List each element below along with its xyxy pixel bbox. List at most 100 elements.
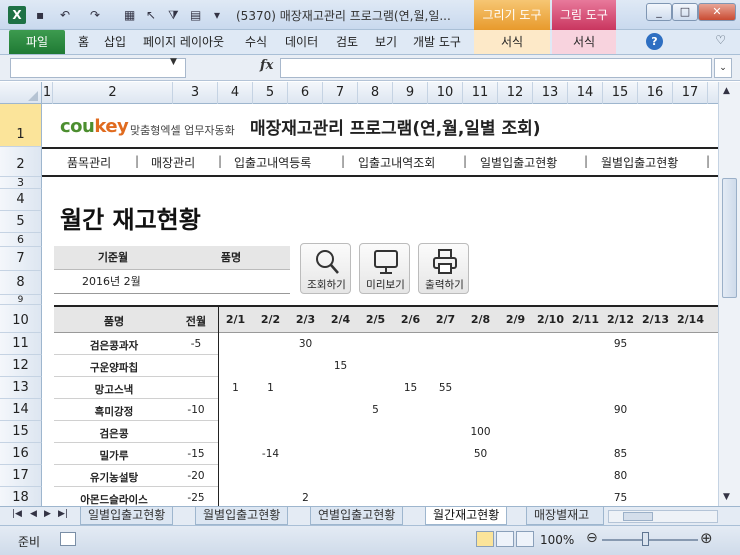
row-header[interactable]: 15 — [0, 421, 42, 443]
select-all-button[interactable] — [0, 82, 42, 104]
row-header[interactable]: 9 — [0, 295, 42, 305]
nav-item-stores[interactable]: 매장관리 — [151, 154, 195, 171]
column-header[interactable]: 16 — [638, 82, 673, 104]
row-header[interactable]: 11 — [0, 333, 42, 355]
qty-cell[interactable]: 80 — [603, 470, 638, 482]
preview-button[interactable]: 미리보기 — [359, 243, 410, 294]
print-button[interactable]: 출력하기 — [418, 243, 469, 294]
page-layout-view-icon[interactable] — [496, 531, 514, 547]
tab-review[interactable]: 검토 — [336, 30, 358, 54]
help-icon[interactable]: ? — [646, 33, 663, 50]
qty-cell[interactable]: 15 — [393, 382, 428, 394]
row-header[interactable]: 17 — [0, 465, 42, 487]
formula-input[interactable] — [280, 58, 712, 78]
filter-icon[interactable]: ⧩ — [168, 6, 179, 24]
prev-sheet-icon[interactable]: ◀ — [30, 509, 37, 519]
qty-cell[interactable]: 75 — [603, 492, 638, 504]
ribbon-controls[interactable]: ♡ — [715, 33, 732, 47]
row-header[interactable]: 6 — [0, 233, 42, 247]
qty-cell[interactable]: 55 — [428, 382, 463, 394]
scroll-up-icon[interactable]: ▲ — [723, 86, 730, 96]
prev-month-cell[interactable]: -20 — [174, 470, 218, 482]
customize-quick-access-icon[interactable]: ▾ — [214, 6, 220, 24]
search-button[interactable]: 조회하기 — [300, 243, 351, 294]
first-sheet-icon[interactable]: |◀ — [12, 509, 22, 519]
row-header[interactable]: 2 — [0, 147, 42, 177]
zoom-out-icon[interactable]: ⊖ — [586, 530, 598, 546]
horizontal-scrollbar[interactable] — [608, 510, 718, 523]
item-name-cell[interactable]: 밀가루 — [54, 448, 174, 463]
zoom-level[interactable]: 100% — [540, 533, 574, 547]
prev-month-cell[interactable]: -15 — [174, 448, 218, 460]
insert-function-icon[interactable]: fx — [260, 58, 273, 73]
column-header[interactable]: 1 — [42, 82, 53, 104]
qty-cell[interactable]: 1 — [253, 382, 288, 394]
last-sheet-icon[interactable]: ▶| — [58, 509, 68, 519]
excel-app-icon[interactable]: X — [8, 6, 26, 24]
qty-cell[interactable]: 1 — [218, 382, 253, 394]
normal-view-icon[interactable] — [476, 531, 494, 547]
column-header[interactable]: 4 — [218, 82, 253, 104]
item-name-cell[interactable]: 검은콩 — [54, 426, 174, 441]
column-header[interactable]: 7 — [323, 82, 358, 104]
close-button[interactable]: ✕ — [698, 3, 736, 21]
column-header[interactable]: 10 — [428, 82, 463, 104]
nav-item-inout-search[interactable]: 입출고내역조회 — [358, 154, 435, 171]
prev-month-cell[interactable]: -5 — [174, 338, 218, 350]
column-header[interactable]: 12 — [498, 82, 533, 104]
table-icon[interactable]: ▦ — [124, 6, 135, 24]
row-header[interactable]: 1 — [0, 104, 42, 147]
worksheet-grid[interactable]: 1 2 3 4 5 6 7 8 9 10 11 12 13 14 15 16 1… — [0, 82, 718, 506]
scroll-down-icon[interactable]: ▼ — [723, 492, 730, 502]
qty-cell[interactable]: 30 — [288, 338, 323, 350]
chevron-down-icon[interactable]: ▼ — [170, 57, 177, 67]
item-value[interactable] — [172, 270, 290, 294]
column-header[interactable]: 8 — [358, 82, 393, 104]
qty-cell[interactable]: 2 — [288, 492, 323, 504]
row-header[interactable]: 12 — [0, 355, 42, 377]
item-name-cell[interactable]: 아몬드슬라이스 — [54, 492, 174, 506]
vertical-scrollbar[interactable]: ▲ ▼ — [718, 82, 740, 506]
macro-record-icon[interactable] — [60, 532, 76, 546]
item-name-cell[interactable]: 흑미강정 — [54, 404, 174, 419]
qty-cell[interactable]: -14 — [253, 448, 288, 460]
qty-cell[interactable]: 5 — [358, 404, 393, 416]
page-break-view-icon[interactable] — [516, 531, 534, 547]
form-icon[interactable]: ▤ — [190, 6, 201, 24]
zoom-in-icon[interactable]: ⊕ — [700, 529, 713, 547]
row-header[interactable]: 8 — [0, 271, 42, 295]
column-header[interactable]: 6 — [288, 82, 323, 104]
tab-format-drawing[interactable]: 서식 — [474, 30, 550, 54]
qty-cell[interactable]: 50 — [463, 448, 498, 460]
prev-month-cell[interactable]: -10 — [174, 404, 218, 416]
sheet-tab[interactable]: 월별입출고현황 — [195, 507, 289, 525]
column-header[interactable]: 11 — [463, 82, 498, 104]
pointer-icon[interactable]: ↖ — [146, 6, 156, 24]
nav-item-items[interactable]: 품목관리 — [67, 154, 111, 171]
row-header[interactable]: 14 — [0, 399, 42, 421]
undo-icon[interactable]: ↶ — [60, 6, 70, 24]
name-box[interactable] — [10, 58, 186, 78]
column-header[interactable]: 14 — [568, 82, 603, 104]
sheet-tab-active[interactable]: 월간재고현황 — [425, 507, 508, 525]
column-header[interactable]: 2 — [53, 82, 173, 104]
tab-developer[interactable]: 개발 도구 — [413, 30, 461, 54]
nav-item-inout-register[interactable]: 입출고내역등록 — [234, 154, 311, 171]
row-header[interactable]: 4 — [0, 189, 42, 211]
tab-view[interactable]: 보기 — [375, 30, 397, 54]
nav-item-daily-status[interactable]: 일별입출고현황 — [480, 154, 557, 171]
row-header[interactable]: 3 — [0, 177, 42, 189]
item-name-cell[interactable]: 검은콩과자 — [54, 338, 174, 353]
nav-item-monthly-status[interactable]: 월별입출고현황 — [601, 154, 678, 171]
sheet-tab[interactable]: 매장별재고 — [526, 507, 604, 525]
zoom-slider[interactable] — [602, 539, 698, 541]
save-icon[interactable]: ▪ — [36, 6, 44, 24]
qty-cell[interactable]: 85 — [603, 448, 638, 460]
redo-icon[interactable]: ↷ — [90, 6, 100, 24]
minimize-button[interactable]: _ — [646, 3, 672, 21]
tab-format-picture[interactable]: 서식 — [552, 30, 616, 54]
expand-formula-icon[interactable]: ⌄ — [714, 58, 732, 78]
next-sheet-icon[interactable]: ▶ — [44, 509, 51, 519]
tab-file[interactable]: 파일 — [9, 30, 65, 54]
row-header[interactable]: 13 — [0, 377, 42, 399]
